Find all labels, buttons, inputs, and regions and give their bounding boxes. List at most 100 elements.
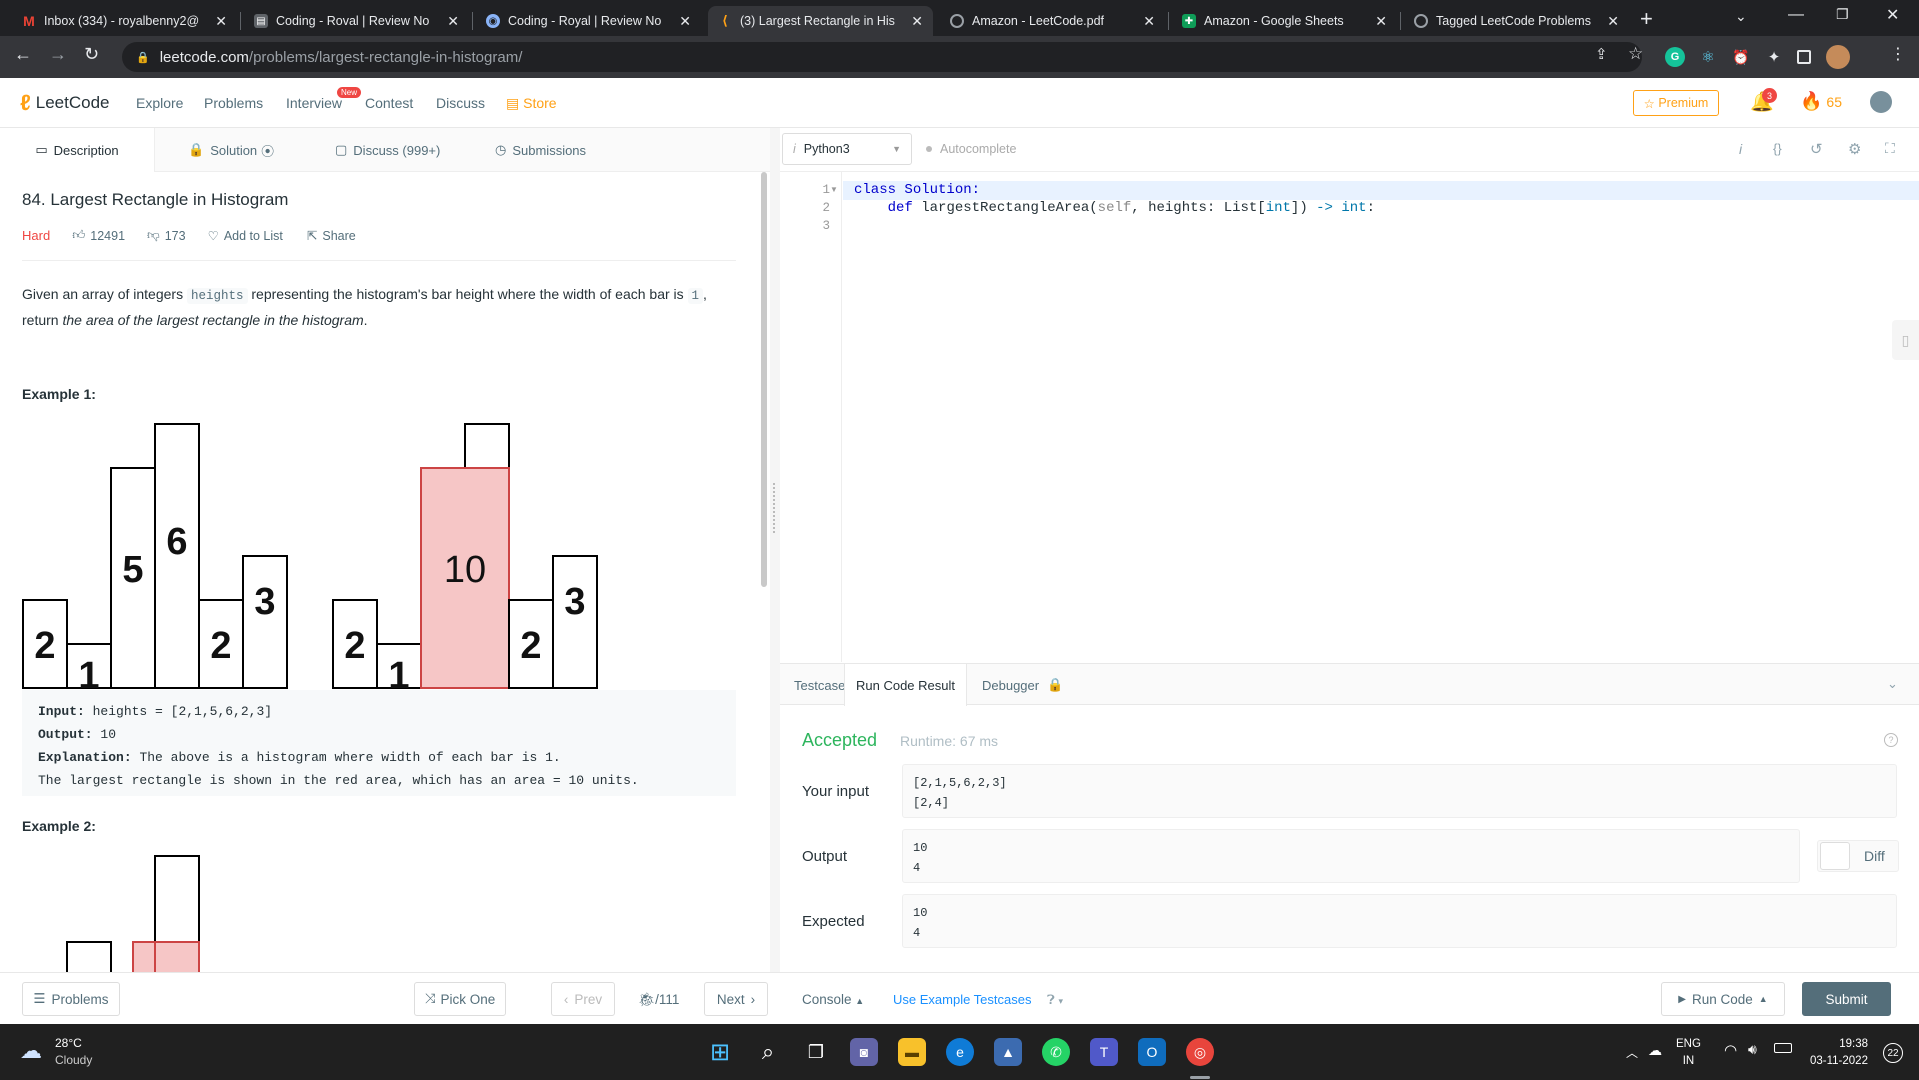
- task-view-icon[interactable]: ❐: [802, 1038, 830, 1066]
- problem-pagination[interactable]: 🐞︎/111: [638, 992, 679, 1008]
- url-input[interactable]: 🔒 leetcode.com/problems/largest-rectangl…: [122, 42, 1642, 72]
- submit-button[interactable]: Submit: [1802, 982, 1891, 1016]
- outlook-icon[interactable]: O: [1138, 1038, 1166, 1066]
- teams-icon[interactable]: T: [1090, 1038, 1118, 1066]
- fold-icon[interactable]: ▼: [830, 185, 838, 194]
- console-toggle[interactable]: Console ▲: [802, 992, 864, 1007]
- user-avatar[interactable]: [1870, 91, 1892, 113]
- new-tab-icon[interactable]: +: [1640, 6, 1653, 32]
- thumbs-up-icon[interactable]: 👍︎: [72, 228, 85, 243]
- description-scrollbar[interactable]: [761, 172, 767, 587]
- back-icon[interactable]: ←: [14, 44, 32, 65]
- search-icon[interactable]: ⌕: [754, 1038, 782, 1066]
- tab-submissions[interactable]: ◷ Submissions: [495, 128, 586, 172]
- close-tab-icon[interactable]: ✕: [1375, 13, 1387, 30]
- collapse-icon[interactable]: ⌄: [1887, 676, 1898, 692]
- wifi-icon[interactable]: ◠: [1724, 1041, 1737, 1059]
- run-code-button[interactable]: ▶ Run Code ▲: [1661, 982, 1785, 1016]
- minimize-icon[interactable]: —: [1788, 6, 1804, 24]
- browser-tab-leetcode[interactable]: ⟨ (3) Largest Rectangle in His ✕: [708, 6, 933, 36]
- close-tab-icon[interactable]: ✕: [447, 13, 459, 30]
- close-tab-icon[interactable]: ✕: [911, 13, 923, 30]
- tray-overflow-icon[interactable]: ︿: [1626, 1044, 1638, 1061]
- tab-description[interactable]: ▭ Description: [0, 128, 155, 172]
- browser-tab-coding-1[interactable]: ▤ Coding - Roval | Review No ✕: [244, 6, 469, 36]
- windows-start-icon[interactable]: ⊞: [706, 1038, 734, 1066]
- reload-icon[interactable]: ↻: [84, 44, 99, 65]
- weather-cloud-icon[interactable]: ☁: [20, 1038, 42, 1064]
- react-devtools-icon[interactable]: ⚛: [1698, 47, 1718, 67]
- forward-icon[interactable]: →: [49, 44, 67, 65]
- chrome-icon[interactable]: ◎: [1186, 1038, 1214, 1066]
- browser-tab-gmail[interactable]: M Inbox (334) - royalbenny2@ ✕: [12, 6, 237, 36]
- weather-widget[interactable]: 28°C Cloudy: [55, 1035, 92, 1069]
- language-select[interactable]: i Python3 ▼: [782, 133, 912, 165]
- close-tab-icon[interactable]: ✕: [679, 13, 691, 30]
- pick-one-button[interactable]: ⤨ Pick One: [414, 982, 506, 1016]
- browser-tab-tagged[interactable]: Tagged LeetCode Problems ✕: [1404, 6, 1629, 36]
- fullscreen-icon[interactable]: ⛶: [1885, 140, 1895, 157]
- next-button[interactable]: Next ›: [704, 982, 768, 1016]
- diff-toggle[interactable]: Diff: [1817, 840, 1899, 872]
- help-dropdown[interactable]: ❓︎ ▾: [1047, 992, 1063, 1008]
- nav-problems[interactable]: Problems: [204, 95, 263, 111]
- tab-solution[interactable]: 🔒 Solution ⦿: [188, 128, 274, 172]
- chrome-menu-icon[interactable]: ⋮: [1890, 44, 1906, 64]
- caret-up-icon: ▲: [855, 996, 865, 1006]
- extensions-puzzle-icon[interactable]: ✦: [1764, 47, 1784, 67]
- thumbs-down-icon[interactable]: 👎︎: [147, 228, 160, 243]
- nav-interview[interactable]: Interview: [286, 95, 342, 111]
- onedrive-icon[interactable]: ☁: [1648, 1042, 1662, 1059]
- add-to-list-button[interactable]: Add to List: [224, 229, 283, 243]
- nav-store[interactable]: ▤ Store: [506, 95, 557, 112]
- edge-icon[interactable]: e: [946, 1038, 974, 1066]
- share-icon[interactable]: ⇪: [1595, 45, 1608, 63]
- use-example-testcases-link[interactable]: Use Example Testcases: [893, 992, 1032, 1007]
- side-panel-icon[interactable]: [1797, 50, 1811, 64]
- leetcode-logo[interactable]: ℓ LeetCode: [20, 90, 110, 116]
- volume-icon[interactable]: 🔊︎: [1748, 1041, 1757, 1058]
- clock[interactable]: 19:38 03-11-2022: [1810, 1036, 1868, 1070]
- help-icon[interactable]: ?: [1884, 733, 1898, 747]
- braces-icon[interactable]: {}: [1773, 141, 1782, 156]
- tab-search-icon[interactable]: ⌄: [1735, 8, 1747, 25]
- file-explorer-icon[interactable]: ▬: [898, 1038, 926, 1066]
- settings-icon[interactable]: ⚙: [1848, 140, 1861, 158]
- close-tab-icon[interactable]: ✕: [1607, 13, 1619, 30]
- prev-button[interactable]: ‹ Prev: [551, 982, 615, 1016]
- code-editor[interactable]: 1 2 3 ▼ class Solution: def largestRecta…: [780, 172, 1919, 662]
- tab-discuss[interactable]: ▢ Discuss (999+): [335, 128, 440, 172]
- notification-center-badge[interactable]: 22: [1883, 1043, 1903, 1063]
- alarm-icon[interactable]: ⏰: [1731, 47, 1751, 67]
- whatsapp-icon[interactable]: ✆: [1042, 1038, 1070, 1066]
- problems-button[interactable]: ☰ Problems: [22, 982, 120, 1016]
- teams-chat-icon[interactable]: ◙: [850, 1038, 878, 1066]
- notes-icon[interactable]: ▯: [1892, 320, 1919, 360]
- tab-testcase[interactable]: Testcase: [794, 664, 845, 706]
- close-window-icon[interactable]: ✕: [1886, 5, 1899, 25]
- language-indicator[interactable]: ENG IN: [1676, 1036, 1701, 1070]
- tab-debugger[interactable]: Debugger 🔒: [982, 664, 1063, 706]
- nav-discuss[interactable]: Discuss: [436, 95, 485, 111]
- share-button[interactable]: Share: [322, 229, 355, 243]
- profile-avatar[interactable]: [1826, 45, 1850, 69]
- info-icon[interactable]: i: [1739, 141, 1742, 157]
- close-tab-icon[interactable]: ✕: [1143, 13, 1155, 30]
- nav-explore[interactable]: Explore: [136, 95, 183, 111]
- autocomplete-toggle[interactable]: Autocomplete: [926, 142, 1016, 156]
- pane-resize-handle[interactable]: [770, 128, 780, 978]
- browser-tab-amazon-pdf[interactable]: Amazon - LeetCode.pdf ✕: [940, 6, 1165, 36]
- premium-button[interactable]: ☆ Premium: [1633, 90, 1719, 116]
- reset-icon[interactable]: ↺: [1810, 140, 1823, 158]
- streak-counter[interactable]: 🔥 65: [1800, 91, 1842, 112]
- grammarly-icon[interactable]: G: [1665, 47, 1685, 67]
- browser-tab-sheets[interactable]: ✚ Amazon - Google Sheets ✕: [1172, 6, 1397, 36]
- tab-run-code-result[interactable]: Run Code Result: [844, 664, 967, 706]
- restore-icon[interactable]: ❐: [1836, 6, 1849, 23]
- battery-icon[interactable]: [1774, 1043, 1792, 1053]
- close-tab-icon[interactable]: ✕: [215, 13, 227, 30]
- photos-icon[interactable]: ▲: [994, 1038, 1022, 1066]
- browser-tab-coding-2[interactable]: ◉ Coding - Royal | Review No ✕: [476, 6, 701, 36]
- nav-contest[interactable]: Contest: [365, 95, 413, 111]
- bookmark-star-icon[interactable]: ☆: [1628, 44, 1643, 64]
